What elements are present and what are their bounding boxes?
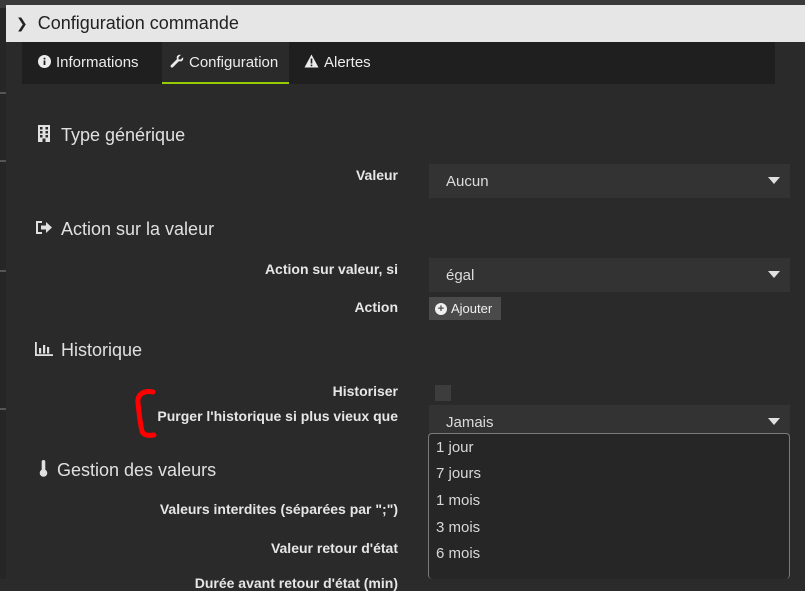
state-return-duration-label: Durée avant retour d'état (min) [194,575,398,591]
wrench-icon [170,54,184,71]
purge-dropdown-list: 1 jour 7 jours 1 mois 3 mois 6 mois [428,433,790,579]
building-icon [35,125,53,146]
select-value: Aucun [446,172,489,190]
tab-configuration[interactable]: Configuration [162,42,289,84]
tab-informations[interactable]: Informations [30,42,147,83]
bar-chart-icon [35,341,53,360]
thermometer-icon [37,460,49,481]
historiser-label: Historiser [332,383,398,399]
red-bracket-annotation [135,389,157,438]
add-action-button[interactable]: + Ajouter [429,297,501,320]
section-title-text: Action sur la valeur [61,219,215,239]
section-title-type: Type générique [35,125,185,146]
add-button-label: Ajouter [451,301,493,316]
select-value: Jamais [446,413,494,431]
sign-out-icon [35,220,53,239]
caret-down-icon [768,177,780,184]
section-title-action: Action sur la valeur [35,219,214,240]
section-title-history: Historique [35,340,142,361]
historiser-checkbox[interactable] [435,385,451,401]
section-title-text: Historique [61,340,143,360]
section-title-text: Gestion des valeurs [57,460,217,480]
section-title-values: Gestion des valeurs [37,460,216,481]
dropdown-option[interactable]: 1 jour [429,434,789,461]
action-if-select[interactable]: égal [429,258,790,292]
plus-circle-icon: + [435,302,447,315]
dropdown-option[interactable]: 6 mois [429,540,789,567]
chevron-right-icon[interactable]: ❯ [16,15,28,32]
modal-title: Configuration commande [37,13,239,33]
tab-label: Informations [56,54,139,71]
valeur-select[interactable]: Aucun [429,164,790,198]
tabs-bar: Informations Configuration Alertes [22,42,775,84]
caret-down-icon [768,271,780,278]
modal-header[interactable]: ❯ Configuration commande [6,5,805,42]
state-return-label: Valeur retour d'état [270,540,398,556]
action-if-label: Action sur valeur, si [264,261,398,277]
dropdown-option[interactable]: 3 mois [429,514,789,541]
caret-down-icon [768,418,780,425]
forbidden-values-label: Valeurs interdites (séparées par ";") [159,501,398,517]
purge-label: Purger l'historique si plus vieux que [157,408,398,424]
tab-alertes[interactable]: Alertes [296,42,379,83]
warning-icon [304,54,319,71]
dropdown-option[interactable]: 7 jours [429,461,789,488]
action-label: Action [354,299,398,315]
info-circle-icon [38,54,51,71]
select-value: égal [446,266,475,284]
dropdown-option[interactable]: 1 mois [429,487,789,514]
tab-label: Alertes [324,54,371,71]
valeur-label: Valeur [355,167,398,183]
section-title-text: Type générique [61,125,186,145]
tab-label: Configuration [189,53,279,71]
